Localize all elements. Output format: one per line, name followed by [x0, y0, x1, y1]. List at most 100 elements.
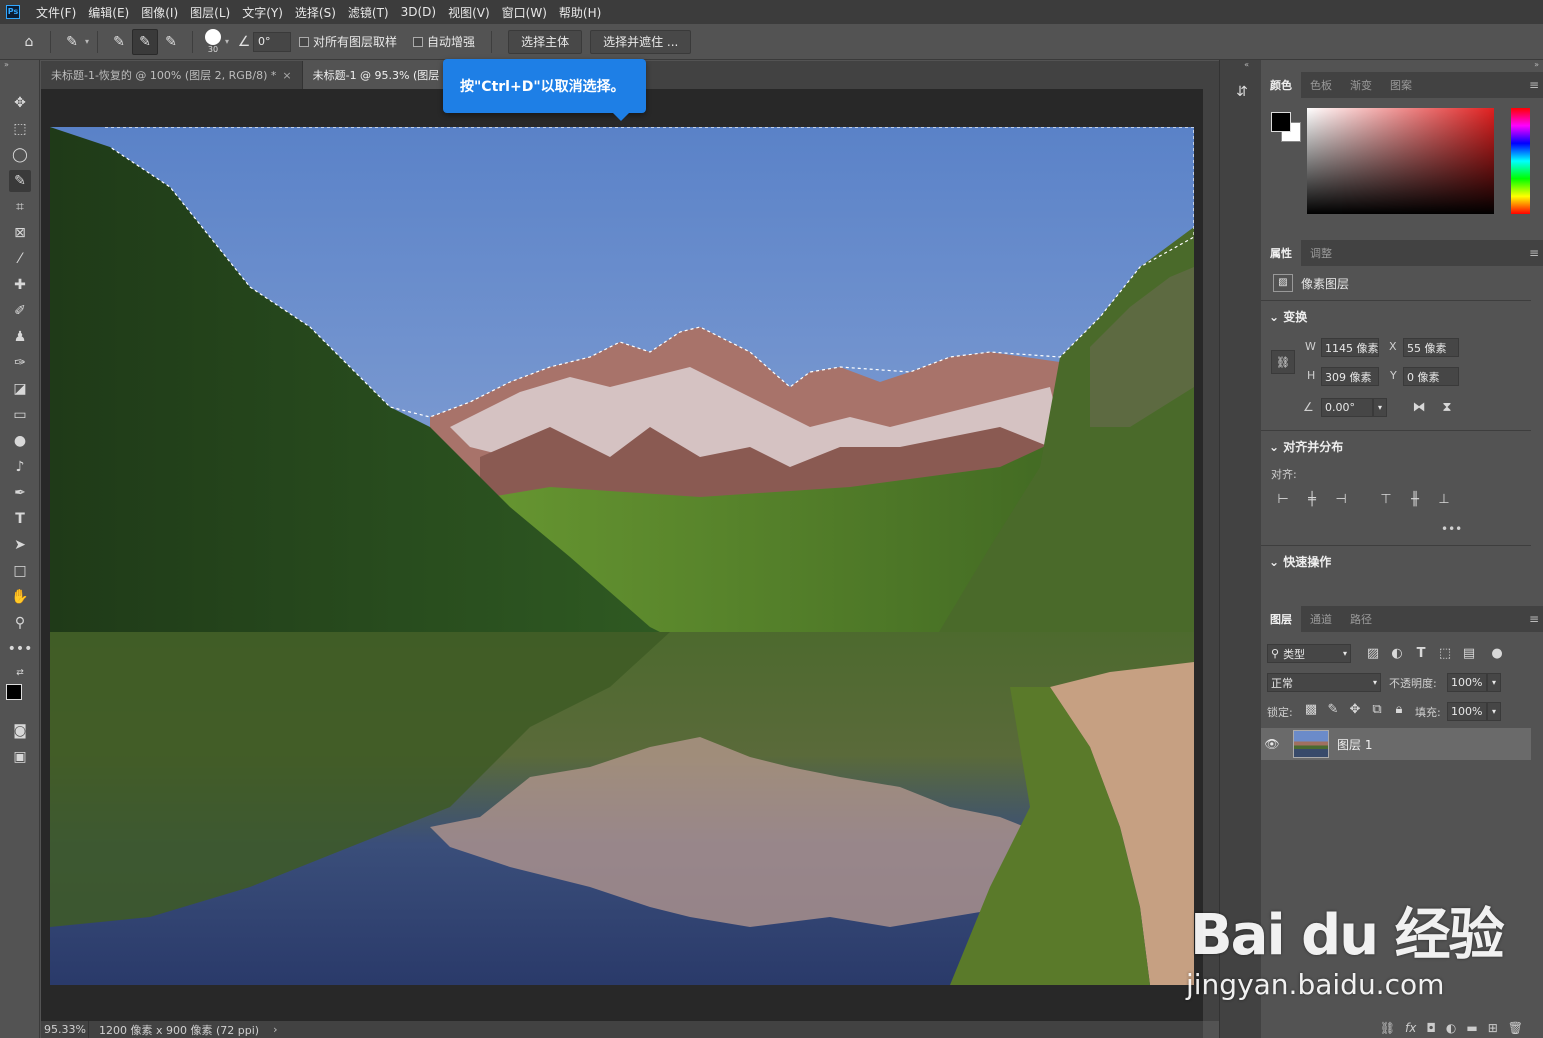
path-selection-tool-icon[interactable]: ➤: [9, 534, 31, 556]
align-left-icon[interactable]: ⊢: [1275, 492, 1291, 508]
delete-layer-icon[interactable]: 🗑︎: [1508, 1021, 1523, 1035]
blend-mode-select[interactable]: 正常 ▾: [1267, 673, 1381, 692]
menu-layer[interactable]: 图层(L): [184, 4, 236, 21]
tab-properties[interactable]: 属性: [1261, 240, 1301, 266]
align-top-icon[interactable]: ⊤: [1378, 492, 1394, 508]
more-tools-icon[interactable]: •••: [8, 638, 33, 660]
hue-slider[interactable]: [1511, 108, 1530, 214]
checkbox-box[interactable]: [413, 36, 424, 47]
collapse-icon[interactable]: »: [0, 60, 39, 72]
chevron-down-icon[interactable]: ▾: [225, 37, 229, 46]
quick-mask-icon[interactable]: ◙: [9, 720, 31, 742]
gradient-tool-icon[interactable]: ▭: [9, 404, 31, 426]
panel-menu-icon[interactable]: ≡: [1529, 612, 1539, 626]
add-mask-icon[interactable]: ◘: [1426, 1021, 1436, 1035]
select-and-mask-button[interactable]: 选择并遮住 ...: [590, 29, 692, 54]
align-bottom-icon[interactable]: ⊥: [1436, 492, 1452, 508]
collapse-icon[interactable]: »: [1261, 60, 1543, 72]
close-icon[interactable]: ×: [282, 69, 291, 82]
history-panel-icon[interactable]: ⇵: [1232, 84, 1252, 104]
chevron-down-icon[interactable]: ▾: [1487, 673, 1501, 692]
healing-brush-tool-icon[interactable]: ✚: [9, 274, 31, 296]
adjustment-layer-icon[interactable]: ◐: [1446, 1021, 1456, 1035]
menu-select[interactable]: 选择(S): [289, 4, 342, 21]
tab-document-recovered[interactable]: 未标题-1-恢复的 @ 100% (图层 2, RGB/8) * ×: [41, 61, 303, 89]
select-subject-button[interactable]: 选择主体: [508, 29, 583, 54]
menu-window[interactable]: 窗口(W): [496, 4, 553, 21]
brush-size-picker[interactable]: 30: [205, 29, 222, 54]
link-icon[interactable]: ⛓: [1271, 350, 1295, 374]
clone-stamp-tool-icon[interactable]: ♟: [9, 326, 31, 348]
panel-menu-icon[interactable]: ≡: [1529, 78, 1539, 92]
lock-transparent-icon[interactable]: ▩: [1303, 702, 1319, 718]
tab-channels[interactable]: 通道: [1301, 606, 1341, 632]
lock-artboard-icon[interactable]: ⧉: [1369, 702, 1385, 718]
chevron-down-icon[interactable]: ⌄: [1269, 440, 1279, 454]
tab-paths[interactable]: 路径: [1341, 606, 1381, 632]
filter-shape-icon[interactable]: ⬚: [1437, 646, 1453, 662]
chevron-down-icon[interactable]: ⌄: [1269, 555, 1279, 569]
quick-selection-preset-icon[interactable]: ✎: [59, 29, 85, 55]
dodge-tool-icon[interactable]: ♪: [9, 456, 31, 478]
fill-input[interactable]: 100%: [1447, 702, 1487, 721]
marquee-tool-icon[interactable]: ⬚: [9, 118, 31, 140]
sample-all-layers-checkbox[interactable]: 对所有图层取样: [299, 33, 397, 50]
swap-colors-icon[interactable]: ⇄: [9, 662, 31, 684]
layer-filter-select[interactable]: ⚲ 类型 ▾: [1267, 644, 1351, 663]
foreground-background-swatches[interactable]: [6, 684, 34, 712]
more-options-icon[interactable]: •••: [1441, 522, 1462, 536]
x-input[interactable]: 55 像素: [1403, 338, 1459, 357]
eraser-tool-icon[interactable]: ◪: [9, 378, 31, 400]
zoom-tool-icon[interactable]: ⚲: [9, 612, 31, 634]
filter-toggle-icon[interactable]: ●: [1489, 646, 1505, 662]
tab-patterns[interactable]: 图案: [1381, 72, 1421, 98]
subtract-from-selection-icon[interactable]: ✎: [158, 29, 184, 55]
rectangle-tool-icon[interactable]: □: [9, 560, 31, 582]
panel-menu-icon[interactable]: ≡: [1529, 246, 1539, 260]
screen-mode-icon[interactable]: ▣: [9, 746, 31, 768]
align-horizontal-center-icon[interactable]: ╪: [1304, 492, 1320, 508]
chevron-down-icon[interactable]: ▾: [85, 37, 89, 46]
eyedropper-tool-icon[interactable]: ⁄: [9, 248, 31, 270]
layer-name[interactable]: 图层 1: [1337, 736, 1372, 753]
new-selection-icon[interactable]: ✎: [106, 29, 132, 55]
lock-all-icon[interactable]: 🔒︎: [1391, 702, 1407, 718]
move-tool-icon[interactable]: ✥: [9, 92, 31, 114]
hand-tool-icon[interactable]: ✋: [9, 586, 31, 608]
menu-image[interactable]: 图像(I): [135, 4, 184, 21]
quick-actions-section-header[interactable]: ⌄ 快速操作: [1261, 553, 1543, 570]
flip-vertical-icon[interactable]: ⧗: [1439, 400, 1455, 416]
tab-document-active[interactable]: 未标题-1 @ 95.3% (图层: [302, 61, 451, 89]
crop-tool-icon[interactable]: ⌗: [9, 196, 31, 218]
brush-tool-icon[interactable]: ✐: [9, 300, 31, 322]
height-input[interactable]: 309 像素: [1321, 367, 1379, 386]
canvas-area[interactable]: [41, 89, 1203, 1021]
history-brush-tool-icon[interactable]: ✑: [9, 352, 31, 374]
type-tool-icon[interactable]: T: [9, 508, 31, 530]
lasso-tool-icon[interactable]: ◯: [9, 144, 31, 166]
blur-tool-icon[interactable]: ●: [9, 430, 31, 452]
menu-filter[interactable]: 滤镜(T): [342, 4, 395, 21]
filter-pixel-icon[interactable]: ▨: [1365, 646, 1381, 662]
opacity-input[interactable]: 100%: [1447, 673, 1487, 692]
chevron-down-icon[interactable]: ▾: [1373, 678, 1377, 687]
transform-section-header[interactable]: ⌄ 变换: [1261, 308, 1543, 325]
chevron-down-icon[interactable]: ▾: [1343, 649, 1347, 658]
menu-type[interactable]: 文字(Y): [236, 4, 289, 21]
width-input[interactable]: 1145 像素: [1321, 338, 1379, 357]
tab-swatches[interactable]: 色板: [1301, 72, 1341, 98]
new-group-icon[interactable]: ▬: [1466, 1021, 1477, 1035]
fx-icon[interactable]: fx: [1405, 1021, 1416, 1035]
checkbox-box[interactable]: [299, 36, 310, 47]
pen-tool-icon[interactable]: ✒: [9, 482, 31, 504]
filter-smart-object-icon[interactable]: ▤: [1461, 646, 1477, 662]
link-layers-icon[interactable]: ⛓: [1380, 1021, 1395, 1035]
collapse-icon[interactable]: «: [1220, 60, 1261, 72]
angle-input[interactable]: 0°: [253, 31, 292, 52]
menu-view[interactable]: 视图(V): [442, 4, 496, 21]
tab-color[interactable]: 颜色: [1261, 72, 1301, 98]
tab-layers[interactable]: 图层: [1261, 606, 1301, 632]
chevron-down-icon[interactable]: ⌄: [1269, 310, 1279, 324]
chevron-down-icon[interactable]: ▾: [1373, 398, 1387, 417]
align-right-icon[interactable]: ⊣: [1333, 492, 1349, 508]
